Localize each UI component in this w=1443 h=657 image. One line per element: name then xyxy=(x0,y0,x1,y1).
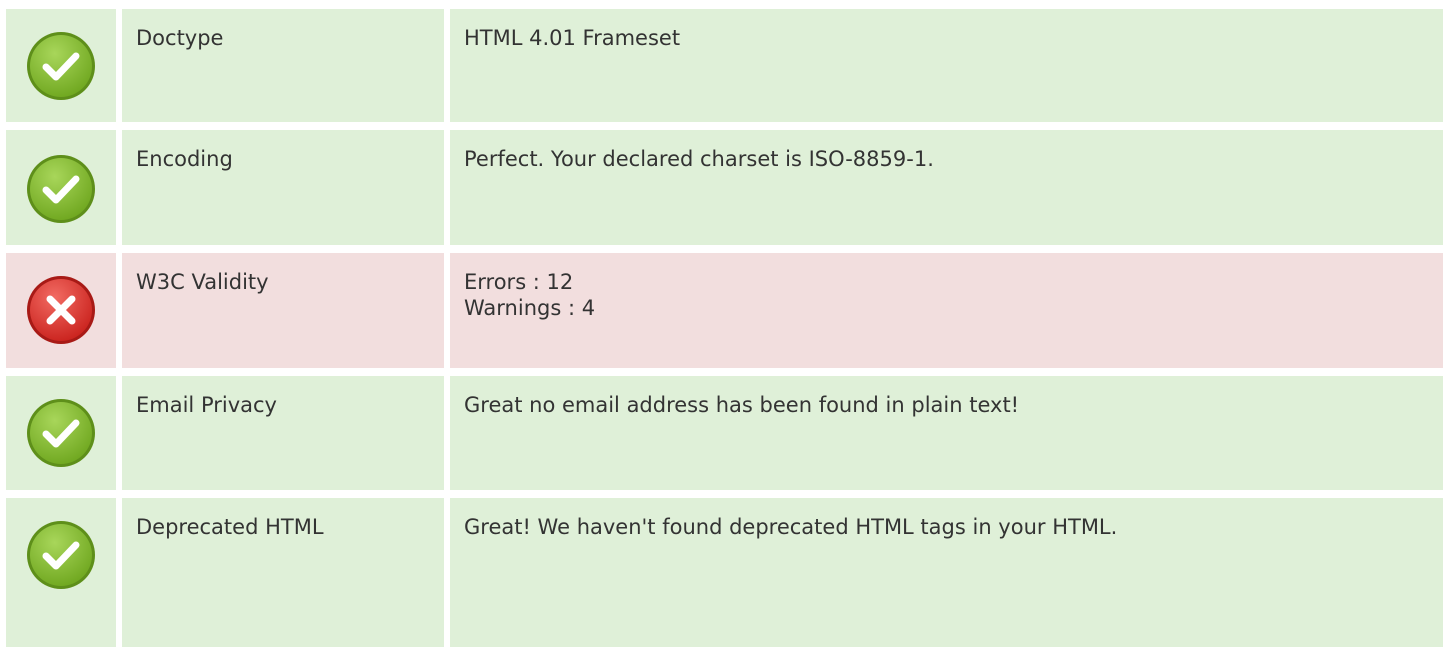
status-cell xyxy=(6,130,116,245)
check-icon xyxy=(27,521,95,589)
value-line: Great! We haven't found deprecated HTML … xyxy=(464,515,1118,539)
row-value: Perfect. Your declared charset is ISO-88… xyxy=(450,130,1443,245)
report-row-w3c-validity: W3C Validity Errors : 12 Warnings : 4 xyxy=(6,253,1443,368)
row-label: Doctype xyxy=(122,9,444,122)
check-icon xyxy=(27,399,95,467)
status-cell xyxy=(6,376,116,490)
row-label: Encoding xyxy=(122,130,444,245)
report-row-encoding: Encoding Perfect. Your declared charset … xyxy=(6,130,1443,245)
value-line: Perfect. Your declared charset is ISO-88… xyxy=(464,147,934,171)
row-label: W3C Validity xyxy=(122,253,444,368)
cross-icon xyxy=(27,276,95,344)
report-row-deprecated-html: Deprecated HTML Great! We haven't found … xyxy=(6,498,1443,647)
report-row-doctype: Doctype HTML 4.01 Frameset xyxy=(6,9,1443,122)
row-label: Email Privacy xyxy=(122,376,444,490)
report-row-email-privacy: Email Privacy Great no email address has… xyxy=(6,376,1443,490)
status-cell xyxy=(6,253,116,368)
row-value: Great! We haven't found deprecated HTML … xyxy=(450,498,1443,647)
check-icon xyxy=(27,155,95,223)
row-value: Errors : 12 Warnings : 4 xyxy=(450,253,1443,368)
row-value: HTML 4.01 Frameset xyxy=(450,9,1443,122)
check-icon xyxy=(27,32,95,100)
row-value: Great no email address has been found in… xyxy=(450,376,1443,490)
value-line: Great no email address has been found in… xyxy=(464,393,1020,417)
status-cell xyxy=(6,498,116,647)
value-line: Warnings : 4 xyxy=(464,296,596,321)
row-label: Deprecated HTML xyxy=(122,498,444,647)
value-line: HTML 4.01 Frameset xyxy=(464,26,681,50)
value-line: Errors : 12 xyxy=(464,270,574,294)
status-cell xyxy=(6,9,116,122)
